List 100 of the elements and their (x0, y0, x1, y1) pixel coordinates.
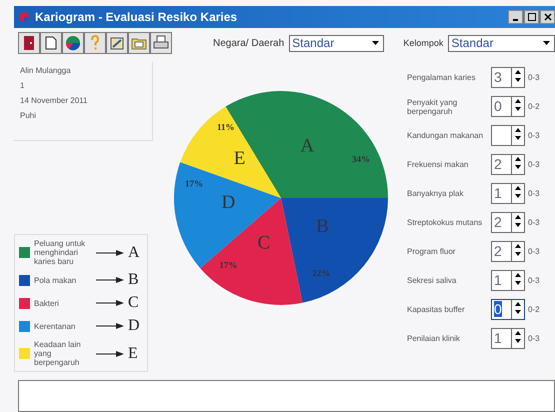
factor-label: Kapasitas buffer (407, 305, 466, 314)
arrow-icon (96, 350, 124, 356)
slice-letter: E (233, 148, 245, 170)
factor-label: Penilaian klinik (407, 334, 461, 343)
pie-chart-icon[interactable] (62, 32, 84, 54)
factor-label: Banyaknya plak (407, 189, 464, 198)
down-arrow-icon[interactable] (512, 105, 524, 113)
down-arrow-icon[interactable] (512, 221, 524, 229)
comment-box[interactable] (18, 380, 555, 412)
patient-detail: 1 (20, 81, 26, 90)
down-arrow-icon[interactable] (512, 250, 524, 258)
up-arrow-icon[interactable] (512, 97, 524, 105)
range-label: 0-3 (528, 247, 540, 256)
group-dropdown[interactable]: Standar (448, 34, 555, 52)
legend-letter: A (128, 244, 140, 262)
folder-icon[interactable] (128, 32, 150, 54)
spinner-field[interactable]: 2 (491, 154, 525, 175)
spinner-value: 2 (494, 243, 502, 259)
spinner-value: 0 (494, 301, 502, 317)
down-arrow-icon[interactable] (512, 163, 524, 171)
up-arrow-icon[interactable] (512, 300, 524, 308)
range-label: 0-3 (528, 276, 540, 285)
up-arrow-icon[interactable] (512, 68, 524, 76)
range-label: 0-3 (528, 73, 540, 82)
spinner-field[interactable]: 1 (491, 328, 525, 349)
spinner-field[interactable] (491, 125, 525, 146)
legend-letter: E (128, 344, 138, 362)
arrow-icon (96, 300, 124, 306)
up-arrow-icon[interactable] (512, 271, 524, 279)
patient-detail: Alin Mulangga (20, 66, 72, 75)
up-arrow-icon[interactable] (512, 329, 524, 337)
close-icon (544, 13, 552, 21)
new-document-icon[interactable] (40, 32, 62, 54)
slice-letter: C (257, 232, 270, 254)
legend-letter: B (128, 271, 139, 289)
legend-letter: C (128, 294, 139, 312)
legend-letter: D (128, 317, 140, 335)
slice-letter: B (316, 216, 328, 237)
slice-percent: 22% (312, 268, 330, 278)
arrow-icon (96, 323, 124, 329)
factor-label: Streptokokus mutans (407, 218, 484, 227)
dropdown-arrow-icon (543, 41, 550, 45)
spinner-value: 0 (494, 98, 502, 114)
spinner-field[interactable]: 0 (491, 299, 525, 320)
spinner-field[interactable]: 2 (491, 241, 525, 262)
region-label: Negara/ Daerah (213, 38, 284, 48)
up-arrow-icon[interactable] (512, 126, 524, 134)
spinner-value: 3 (494, 69, 502, 85)
range-label: 0-2 (528, 102, 540, 111)
up-arrow-icon[interactable] (512, 213, 524, 221)
spinner-field[interactable]: 3 (491, 67, 525, 88)
help-icon[interactable] (84, 32, 106, 54)
spinner-value: 2 (494, 156, 502, 172)
range-label: 0-3 (528, 189, 540, 198)
down-arrow-icon[interactable] (512, 308, 524, 316)
factor-label: Frekuensi makan (407, 160, 470, 169)
printer-icon[interactable] (150, 32, 172, 54)
up-arrow-icon[interactable] (512, 184, 524, 192)
legend-label: Pola makan (34, 276, 78, 284)
down-arrow-icon[interactable] (512, 192, 524, 200)
spinner-value: 1 (494, 185, 502, 201)
patient-detail: Puhi (20, 111, 38, 120)
range-label: 0-3 (528, 131, 540, 140)
down-arrow-icon[interactable] (512, 76, 524, 84)
slice-percent: 17% (218, 260, 237, 270)
legend-label: Bakteri (34, 298, 60, 308)
maximize-button[interactable] (524, 10, 539, 24)
window-title: Kariogram - Evaluasi Resiko Karies (35, 10, 238, 24)
legend-label: Peluang untuk menghindari karies baru (34, 239, 86, 266)
close-button[interactable] (540, 10, 555, 24)
spinner-field[interactable]: 1 (491, 183, 525, 204)
up-arrow-icon[interactable] (512, 155, 524, 163)
down-arrow-icon[interactable] (512, 134, 524, 142)
up-arrow-icon[interactable] (512, 242, 524, 250)
slice-percent: 34% (352, 154, 370, 164)
arrow-icon (96, 277, 124, 283)
range-label: 0-3 (528, 334, 540, 343)
slice-percent: 11% (216, 122, 234, 132)
dropdown-arrow-icon (372, 41, 380, 45)
app-icon (18, 11, 30, 23)
range-label: 0-2 (528, 305, 540, 314)
down-arrow-icon[interactable] (512, 337, 524, 345)
spinner-field[interactable]: 0 (491, 96, 525, 117)
spinner-value: 2 (494, 214, 502, 230)
slice-letter: D (221, 192, 235, 213)
door-icon[interactable] (18, 32, 40, 54)
factor-label: Kandungan makanan (407, 131, 484, 140)
spinner-field[interactable]: 2 (491, 212, 525, 233)
factor-label: Pengalaman karies (407, 73, 476, 82)
range-label: 0-3 (528, 218, 540, 227)
region-dropdown[interactable]: Standar (289, 34, 384, 52)
factor-label: Program fluor (407, 247, 456, 256)
factor-label: Penyakit yang berpengaruh (407, 98, 458, 116)
minimize-button[interactable] (508, 10, 523, 24)
arrow-icon (96, 250, 124, 256)
down-arrow-icon[interactable] (512, 279, 524, 287)
spinner-field[interactable]: 1 (491, 270, 525, 291)
slice-percent: 17% (184, 178, 202, 189)
legend-label: Kerentanan (34, 322, 76, 330)
maximize-icon (528, 13, 536, 21)
